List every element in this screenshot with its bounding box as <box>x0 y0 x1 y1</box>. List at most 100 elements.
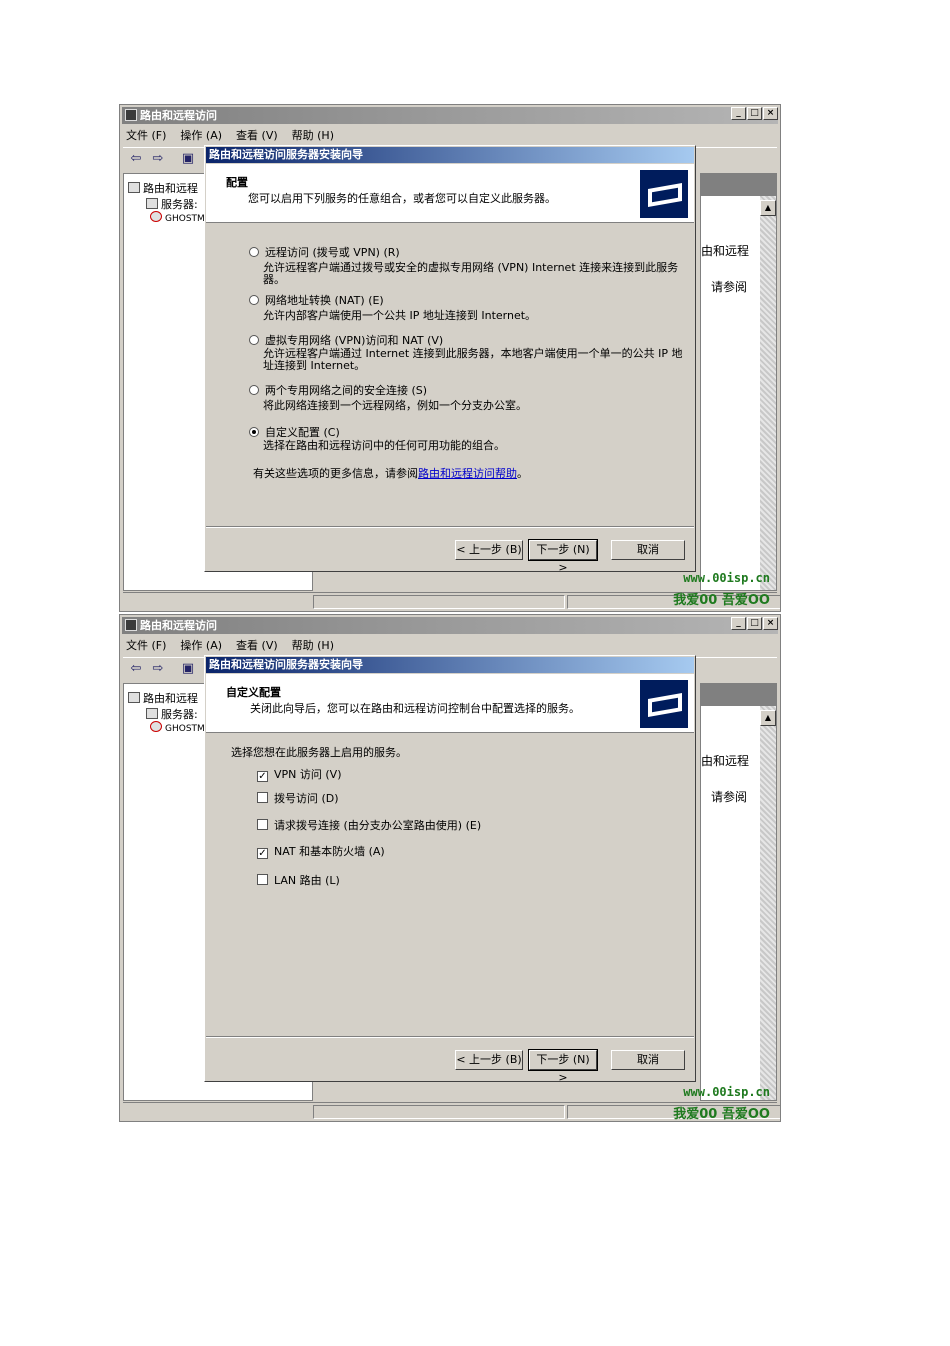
option-custom[interactable]: 自定义配置 (C) <box>249 424 340 440</box>
wizard-header: 配置 您可以启用下列服务的任意组合，或者您可以自定义此服务器。 <box>206 164 694 223</box>
services-prompt: 选择您想在此服务器上启用的服务。 <box>231 746 407 759</box>
service-nat-firewall[interactable]: ✓ NAT 和基本防火墙 (A) <box>257 843 385 859</box>
option-nat[interactable]: 网络地址转换 (NAT) (E) <box>249 292 384 308</box>
option-secure-connection-desc: 将此网络连接到一个远程网络，例如一个分支办公室。 <box>263 399 527 412</box>
option-secure-connection[interactable]: 两个专用网络之间的安全连接 (S) <box>249 382 427 398</box>
wizard-header: 自定义配置 关闭此向导后，您可以在路由和远程访问控制台中配置选择的服务。 <box>206 674 694 733</box>
screenshot-panel-1: 路由和远程访问 _ □ × 文件 (F) 操作 (A) 查看 (V) 帮助 (H… <box>119 104 781 612</box>
wizard-title: 路由和远程访问服务器安装向导 <box>206 657 694 673</box>
window-title: 路由和远程访问 <box>140 109 217 122</box>
next-button[interactable]: 下一步 (N) > <box>528 1049 598 1084</box>
divider <box>206 526 694 528</box>
minimize-button[interactable]: _ <box>731 617 746 630</box>
cancel-button[interactable]: 取消 <box>611 1050 685 1070</box>
radio-icon[interactable] <box>249 385 259 395</box>
service-demand-dial[interactable]: 请求拨号连接 (由分支办公室路由使用) (E) <box>257 817 481 833</box>
menu-help[interactable]: 帮助 (H) <box>292 127 334 145</box>
back-arrow-icon[interactable]: ⇦ <box>127 661 145 677</box>
option-vpn-nat[interactable]: 虚拟专用网络 (VPN)访问和 NAT (V) <box>249 332 443 348</box>
computer-icon <box>128 182 140 193</box>
service-vpn-access[interactable]: ✓ VPN 访问 (V) <box>257 766 342 782</box>
wizard-logo-icon <box>640 680 688 728</box>
menubar: 文件 (F) 操作 (A) 查看 (V) 帮助 (H) <box>126 637 334 655</box>
option-remote-access[interactable]: 远程访问 (拨号或 VPN) (R) <box>249 244 400 260</box>
computer-icon <box>125 109 137 121</box>
details-text-2: 请参阅 <box>711 790 748 804</box>
help-text: 有关这些选项的更多信息，请参阅路由和远程访问帮助。 <box>253 467 528 480</box>
divider <box>206 1036 694 1038</box>
tree-item-root[interactable]: 路由和远程 <box>128 180 198 196</box>
tree-item-ghost[interactable]: GHOSTM/ <box>150 721 208 734</box>
menu-view[interactable]: 查看 (V) <box>236 127 278 145</box>
radio-icon[interactable] <box>249 247 259 257</box>
details-text-1: 由和远程 <box>701 244 750 258</box>
next-button[interactable]: 下一步 (N) > <box>528 539 598 574</box>
back-button[interactable]: < 上一步 (B) <box>455 1050 523 1070</box>
status-cell <box>313 1105 565 1119</box>
watermark-text: 我爱00 吾爱OO <box>673 593 770 608</box>
details-header <box>701 174 776 196</box>
up-folder-icon[interactable]: ▣ <box>179 151 197 167</box>
menu-file[interactable]: 文件 (F) <box>126 637 166 655</box>
wizard-subheading: 关闭此向导后，您可以在路由和远程访问控制台中配置选择的服务。 <box>250 702 580 715</box>
menu-view[interactable]: 查看 (V) <box>236 637 278 655</box>
service-lan-routing[interactable]: LAN 路由 (L) <box>257 872 340 888</box>
menu-help[interactable]: 帮助 (H) <box>292 637 334 655</box>
watermark-url: www.00isp.cn <box>683 1085 770 1099</box>
status-cell <box>313 595 565 609</box>
close-button[interactable]: × <box>763 617 778 630</box>
minimize-button[interactable]: _ <box>731 107 746 120</box>
forward-arrow-icon[interactable]: ⇨ <box>149 661 167 677</box>
up-folder-icon[interactable]: ▣ <box>179 661 197 677</box>
window-controls: _ □ × <box>731 107 778 120</box>
window-controls: _ □ × <box>731 617 778 630</box>
vertical-scrollbar[interactable]: ▲ <box>760 196 776 590</box>
tree-item-root[interactable]: 路由和远程 <box>128 690 198 706</box>
wizard-heading: 自定义配置 <box>226 686 281 699</box>
maximize-button[interactable]: □ <box>747 617 762 630</box>
vertical-scrollbar[interactable]: ▲ <box>760 706 776 1100</box>
window-titlebar: 路由和远程访问 <box>122 107 778 124</box>
details-text-1: 由和远程 <box>701 754 750 768</box>
option-nat-desc: 允许内部客户端使用一个公共 IP 地址连接到 Internet。 <box>263 309 537 322</box>
cancel-button[interactable]: 取消 <box>611 540 685 560</box>
checkbox-checked-icon[interactable]: ✓ <box>257 848 268 859</box>
setup-wizard-dialog: 路由和远程访问服务器安装向导 自定义配置 关闭此向导后，您可以在路由和远程访问控… <box>204 655 696 1084</box>
option-custom-desc: 选择在路由和远程访问中的任何可用功能的组合。 <box>263 439 505 452</box>
option-vpn-nat-desc: 允许远程客户端通过 Internet 连接到此服务器，本地客户端使用一个单一的公… <box>263 347 683 372</box>
watermark-text: 我爱00 吾爱OO <box>673 1107 770 1122</box>
menu-file[interactable]: 文件 (F) <box>126 127 166 145</box>
scroll-up-icon[interactable]: ▲ <box>760 710 776 726</box>
menubar: 文件 (F) 操作 (A) 查看 (V) 帮助 (H) <box>126 127 334 145</box>
tree-item-server[interactable]: 服务器: <box>146 196 198 212</box>
close-button[interactable]: × <box>763 107 778 120</box>
server-icon <box>146 708 158 719</box>
checkbox-icon[interactable] <box>257 819 268 830</box>
service-dialup-access[interactable]: 拨号访问 (D) <box>257 790 339 806</box>
wizard-title: 路由和远程访问服务器安装向导 <box>206 147 694 163</box>
details-pane: 由和远程 请参阅 ▲ <box>700 683 777 1101</box>
wizard-logo-icon <box>640 170 688 218</box>
menu-action[interactable]: 操作 (A) <box>180 637 222 655</box>
details-text-2: 请参阅 <box>711 280 748 294</box>
stopped-server-icon <box>150 721 162 732</box>
back-arrow-icon[interactable]: ⇦ <box>127 151 145 167</box>
radio-selected-icon[interactable] <box>249 427 259 437</box>
menu-action[interactable]: 操作 (A) <box>180 127 222 145</box>
back-button[interactable]: < 上一步 (B) <box>455 540 523 560</box>
window-titlebar: 路由和远程访问 <box>122 617 778 634</box>
scroll-up-icon[interactable]: ▲ <box>760 200 776 216</box>
checkbox-icon[interactable] <box>257 874 268 885</box>
computer-icon <box>128 692 140 703</box>
setup-wizard-dialog: 路由和远程访问服务器安装向导 配置 您可以启用下列服务的任意组合，或者您可以自定… <box>204 145 696 574</box>
tree-item-ghost[interactable]: GHOSTM/ <box>150 211 208 224</box>
checkbox-checked-icon[interactable]: ✓ <box>257 771 268 782</box>
maximize-button[interactable]: □ <box>747 107 762 120</box>
forward-arrow-icon[interactable]: ⇨ <box>149 151 167 167</box>
radio-icon[interactable] <box>249 295 259 305</box>
radio-icon[interactable] <box>249 335 259 345</box>
checkbox-icon[interactable] <box>257 792 268 803</box>
tree-item-server[interactable]: 服务器: <box>146 706 198 722</box>
computer-icon <box>125 619 137 631</box>
help-link[interactable]: 路由和远程访问帮助 <box>418 467 517 480</box>
